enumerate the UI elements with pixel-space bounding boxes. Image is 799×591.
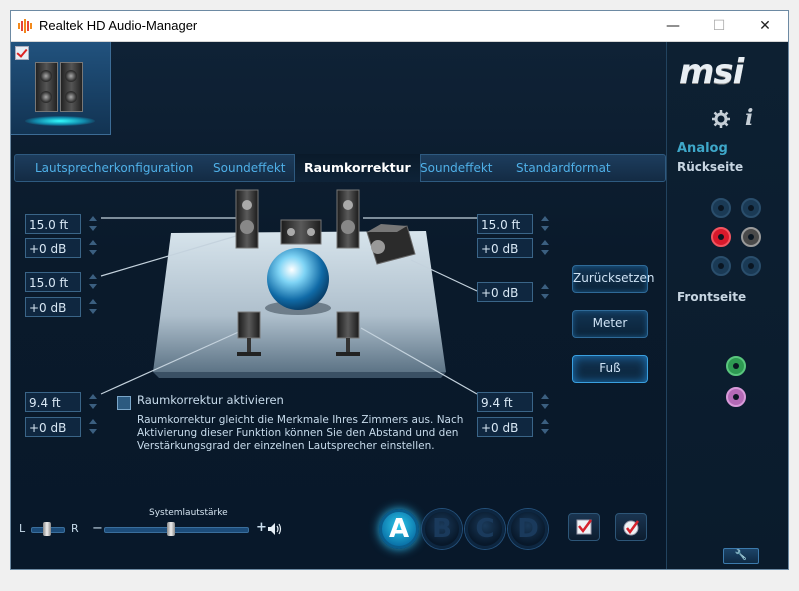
rear-right-distance-spinner[interactable] [540, 392, 550, 412]
subwoofer-gain-spinner[interactable] [540, 282, 550, 302]
right-panel: msi i Analog Rückseite Frontseite 🔧 [666, 42, 788, 569]
rear-left-gain-spinner[interactable] [88, 417, 98, 437]
msi-logo: msi [679, 52, 744, 92]
room-correction-description: Raumkorrektur gleicht die Merkmale Ihres… [137, 414, 464, 452]
info-icon[interactable]: i [745, 105, 753, 131]
device-speakers-tile[interactable] [11, 42, 111, 135]
tab-bar: Lautsprecherkonfiguration Soundeffekt Ra… [14, 154, 666, 182]
balance-left-label: L [19, 522, 26, 535]
check-icon [576, 519, 593, 535]
center-distance-field[interactable]: 15.0 ft [25, 272, 81, 292]
analog-label: Analog [677, 141, 728, 156]
main-panel: Lautsprecherkonfiguration Soundeffekt Ra… [11, 42, 666, 569]
realtek-window: Realtek HD Audio-Manager — ☐ ✕ Lautsprec… [10, 10, 789, 570]
center-gain-spinner[interactable] [88, 297, 98, 317]
front-left-gain-field[interactable]: +0 dB [25, 238, 81, 258]
rear-right-distance-field[interactable]: 9.4 ft [477, 392, 533, 412]
room-correction-checkbox[interactable] [117, 396, 131, 410]
front-panel-label: Frontseite [677, 290, 747, 304]
front-right-distance-field[interactable]: 15.0 ft [477, 214, 533, 234]
room-correction-label: Raumkorrektur aktivieren [137, 393, 284, 407]
rear-jack-black[interactable] [741, 227, 761, 247]
front-left-distance-field[interactable]: 15.0 ft [25, 214, 81, 234]
meter-button[interactable]: Meter [572, 310, 648, 338]
rear-jack-3[interactable] [711, 256, 731, 276]
tab-raumkorrektur[interactable]: Raumkorrektur [294, 154, 421, 182]
wrench-settings-button[interactable]: 🔧 [723, 548, 759, 564]
close-icon[interactable]: ✕ [742, 11, 788, 41]
rear-left-distance-field[interactable]: 9.4 ft [25, 392, 81, 412]
reset-button[interactable]: Zurücksetzen [572, 265, 655, 293]
balance-slider-knob[interactable] [43, 522, 51, 536]
center-gain-field[interactable]: +0 dB [25, 297, 81, 317]
rear-jack-1[interactable] [711, 198, 731, 218]
gear-icon[interactable] [712, 110, 730, 128]
title-bar: Realtek HD Audio-Manager — ☐ ✕ [11, 11, 788, 42]
front-right-gain-field[interactable]: +0 dB [477, 238, 533, 258]
apply-check-button[interactable] [568, 513, 600, 541]
rear-left-distance-spinner[interactable] [88, 392, 98, 412]
foot-button[interactable]: Fuß [572, 355, 648, 383]
profile-d-button[interactable]: D [508, 509, 548, 549]
rear-left-gain-field[interactable]: +0 dB [25, 417, 81, 437]
front-right-gain-spinner[interactable] [540, 238, 550, 258]
profile-b-button[interactable]: B [422, 509, 462, 549]
profile-c-button[interactable]: C [465, 509, 505, 549]
system-volume-knob[interactable] [167, 522, 176, 536]
profile-a-button[interactable]: A [379, 509, 419, 549]
realtek-app-icon [18, 19, 32, 33]
tab-soundeffekt[interactable]: Soundeffekt [213, 161, 285, 175]
tab-soundeffekt-2[interactable]: Soundeffekt [420, 161, 492, 175]
tab-standardformat[interactable]: Standardformat [516, 161, 611, 175]
default-device-check-icon [15, 46, 29, 60]
system-volume-label: Systemlautstärke [149, 508, 228, 518]
subwoofer-gain-field[interactable]: +0 dB [477, 282, 533, 302]
balance-right-label: R [71, 522, 79, 535]
maximize-icon[interactable]: ☐ [696, 11, 742, 41]
window-title: Realtek HD Audio-Manager [39, 18, 198, 33]
device-glow [25, 116, 95, 126]
front-left-gain-spinner[interactable] [88, 238, 98, 258]
minimize-icon[interactable]: — [650, 11, 696, 41]
volume-plus-label: + [256, 520, 267, 535]
front-jack-green[interactable] [726, 356, 746, 376]
rear-right-gain-field[interactable]: +0 dB [477, 417, 533, 437]
front-right-distance-spinner[interactable] [540, 214, 550, 234]
center-distance-spinner[interactable] [88, 272, 98, 292]
rear-jack-2[interactable] [741, 198, 761, 218]
rear-jack-red[interactable] [711, 227, 731, 247]
rear-right-gain-spinner[interactable] [540, 417, 550, 437]
volume-minus-label: − [92, 521, 103, 536]
speaker-volume-icon[interactable] [267, 522, 285, 536]
check-arrow-icon [623, 520, 640, 536]
rear-jack-4[interactable] [741, 256, 761, 276]
system-volume-slider[interactable] [104, 527, 249, 533]
front-left-distance-spinner[interactable] [88, 214, 98, 234]
rear-panel-label: Rückseite [677, 160, 744, 174]
front-jack-pink[interactable] [726, 387, 746, 407]
apply-all-check-button[interactable] [615, 513, 647, 541]
tab-lautsprecherkonfiguration[interactable]: Lautsprecherkonfiguration [35, 161, 193, 175]
